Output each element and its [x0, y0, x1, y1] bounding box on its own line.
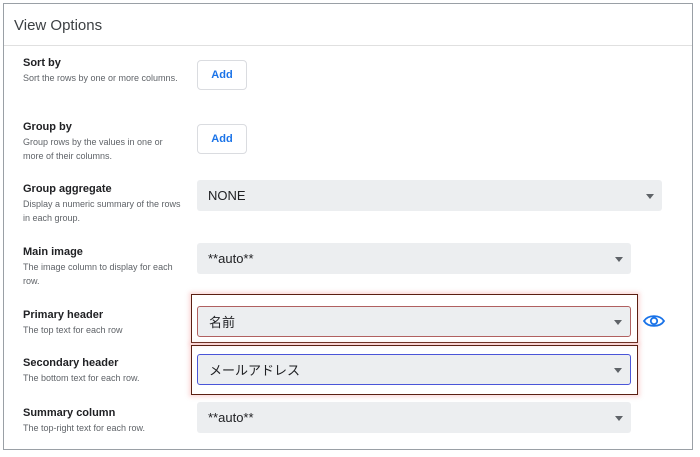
chevron-down-icon [615, 256, 623, 262]
group-aggregate-value: NONE [208, 188, 246, 203]
group-by-label: Group by [23, 121, 72, 133]
main-image-description: The image column to display for each row… [23, 262, 173, 286]
group-by-add-button[interactable]: Add [197, 124, 247, 154]
eye-icon[interactable] [643, 313, 665, 329]
secondary-header-description: The bottom text for each row. [23, 373, 140, 383]
sort-by-row: Sort by Sort the rows by one or more col… [23, 56, 692, 85]
chevron-down-icon [614, 319, 622, 325]
primary-header-select[interactable]: 名前 [197, 306, 631, 337]
sort-by-add-button[interactable]: Add [197, 60, 247, 90]
primary-header-value: 名前 [209, 315, 236, 330]
view-options-panel: View Options Sort by Sort the rows by on… [3, 3, 693, 450]
secondary-header-select[interactable]: メールアドレス [197, 354, 631, 385]
main-image-value: **auto** [208, 251, 254, 266]
summary-column-select[interactable]: **auto** [197, 402, 631, 433]
secondary-header-value: メールアドレス [209, 363, 301, 378]
summary-column-value: **auto** [208, 410, 254, 425]
group-aggregate-select[interactable]: NONE [197, 180, 662, 211]
title-divider [4, 45, 692, 46]
sort-by-description: Sort the rows by one or more columns. [23, 73, 178, 83]
chevron-down-icon [646, 193, 654, 199]
sort-by-label: Sort by [23, 57, 61, 69]
summary-column-description: The top-right text for each row. [23, 423, 146, 433]
panel-title: View Options [14, 17, 103, 34]
chevron-down-icon [615, 415, 623, 421]
group-aggregate-description: Display a numeric summary of the rows in… [23, 199, 181, 223]
group-by-row: Group by Group rows by the values in one… [23, 120, 692, 163]
primary-header-description: The top text for each row [23, 325, 123, 335]
chevron-down-icon [614, 367, 622, 373]
group-by-description: Group rows by the values in one or more … [23, 137, 163, 161]
main-image-select[interactable]: **auto** [197, 243, 631, 274]
